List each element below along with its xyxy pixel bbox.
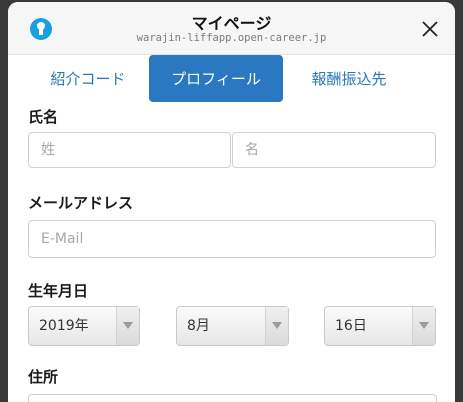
profile-sheet: マイページ warajin-liffapp.open-career.jp 紹介コ… [8,2,455,402]
birth-day-value: 16日 [335,318,367,334]
birth-month-value: 8月 [187,318,210,334]
last-name-field[interactable] [28,132,231,168]
chevron-down-icon [116,307,139,345]
tab-profile[interactable]: プロフィール [149,55,283,102]
chevron-down-icon [412,307,435,345]
birth-year-select[interactable]: 2019年 [28,306,140,346]
tab-payout-account[interactable]: 報酬振込先 [294,55,404,103]
tab-referral-code[interactable]: 紹介コード [38,55,138,103]
page-url: warajin-liffapp.open-career.jp [136,32,327,44]
header-bar: マイページ warajin-liffapp.open-career.jp [8,2,455,55]
close-icon[interactable] [421,20,439,38]
page-title: マイページ [191,14,272,33]
birth-year-value: 2019年 [39,318,89,334]
email-field[interactable] [28,220,436,258]
birth-month-select[interactable]: 8月 [176,306,289,346]
birthdate-label: 生年月日 [28,282,89,300]
chevron-down-icon [265,307,288,345]
address-label: 住所 [28,368,59,386]
email-label: メールアドレス [28,194,134,212]
address-field[interactable] [28,394,437,402]
name-label: 氏名 [28,108,59,126]
birth-day-select[interactable]: 16日 [324,306,436,346]
first-name-field[interactable] [232,132,436,168]
